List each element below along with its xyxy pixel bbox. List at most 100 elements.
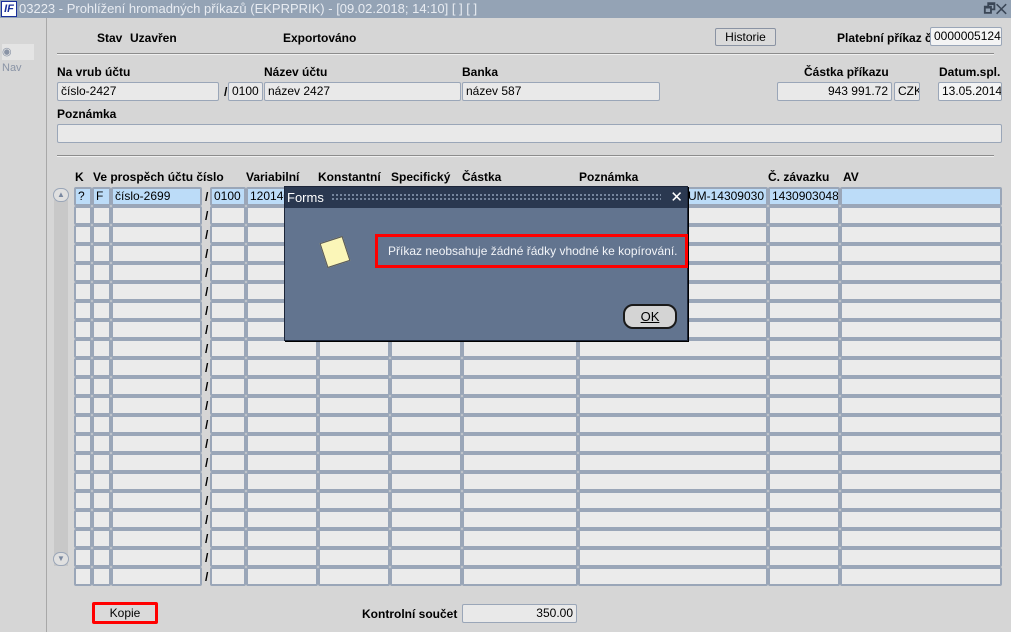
- cell-k[interactable]: [74, 263, 92, 282]
- cell-variabilni[interactable]: [246, 510, 318, 529]
- cell-av[interactable]: [840, 263, 1002, 282]
- cell-ucet[interactable]: [111, 510, 202, 529]
- cell-k[interactable]: [74, 377, 92, 396]
- ok-button[interactable]: OK: [623, 304, 677, 329]
- cell-banka[interactable]: [210, 282, 246, 301]
- cell-castka[interactable]: [462, 415, 578, 434]
- cell-castka[interactable]: [462, 491, 578, 510]
- cell-variabilni[interactable]: [246, 491, 318, 510]
- cell-zavazek[interactable]: [768, 396, 840, 415]
- kontrolni-soucet-field[interactable]: 350.00: [462, 604, 577, 623]
- cell-zavazek[interactable]: [768, 225, 840, 244]
- cell-poznamka[interactable]: [578, 434, 768, 453]
- cell-zavazek[interactable]: 1430903048: [768, 187, 840, 206]
- cell-banka[interactable]: [210, 225, 246, 244]
- cell-specificky[interactable]: [390, 415, 462, 434]
- cell-castka[interactable]: [462, 453, 578, 472]
- cell-poznamka[interactable]: [578, 548, 768, 567]
- cell-poznamka[interactable]: [578, 510, 768, 529]
- cell-f[interactable]: [92, 567, 111, 586]
- nav-item[interactable]: ◉ Nav: [2, 44, 34, 74]
- cell-ucet[interactable]: [111, 434, 202, 453]
- cell-konstantni[interactable]: [318, 529, 390, 548]
- cell-f[interactable]: [92, 548, 111, 567]
- cell-k[interactable]: [74, 320, 92, 339]
- cell-specificky[interactable]: [390, 510, 462, 529]
- cell-f[interactable]: [92, 510, 111, 529]
- cell-poznamka[interactable]: [578, 415, 768, 434]
- cell-konstantni[interactable]: [318, 415, 390, 434]
- cell-av[interactable]: [840, 472, 1002, 491]
- bank-code-field[interactable]: 0100: [228, 82, 263, 101]
- cell-poznamka[interactable]: [578, 377, 768, 396]
- cell-konstantni[interactable]: [318, 567, 390, 586]
- cell-specificky[interactable]: [390, 377, 462, 396]
- cell-ucet[interactable]: [111, 206, 202, 225]
- cell-av[interactable]: [840, 358, 1002, 377]
- cell-k[interactable]: [74, 282, 92, 301]
- cell-specificky[interactable]: [390, 339, 462, 358]
- cell-konstantni[interactable]: [318, 358, 390, 377]
- cell-poznamka[interactable]: [578, 567, 768, 586]
- cell-k[interactable]: [74, 396, 92, 415]
- cell-banka[interactable]: 0100: [210, 187, 246, 206]
- castka-field[interactable]: 943 991.72: [777, 82, 892, 101]
- cell-f[interactable]: [92, 377, 111, 396]
- cell-specificky[interactable]: [390, 358, 462, 377]
- cell-banka[interactable]: [210, 301, 246, 320]
- cell-k[interactable]: [74, 225, 92, 244]
- close-icon[interactable]: ✕: [670, 187, 683, 208]
- cell-f[interactable]: [92, 320, 111, 339]
- cell-zavazek[interactable]: [768, 282, 840, 301]
- cell-banka[interactable]: [210, 472, 246, 491]
- cell-variabilni[interactable]: [246, 472, 318, 491]
- cell-ucet[interactable]: [111, 472, 202, 491]
- cell-castka[interactable]: [462, 434, 578, 453]
- cell-ucet[interactable]: [111, 339, 202, 358]
- cell-banka[interactable]: [210, 263, 246, 282]
- cell-variabilni[interactable]: [246, 415, 318, 434]
- cell-ucet[interactable]: [111, 263, 202, 282]
- cell-specificky[interactable]: [390, 548, 462, 567]
- cell-specificky[interactable]: [390, 567, 462, 586]
- scrollbar-track[interactable]: [54, 200, 68, 566]
- cell-k[interactable]: ?: [74, 187, 92, 206]
- poznamka-field[interactable]: [57, 124, 1002, 143]
- cell-castka[interactable]: [462, 548, 578, 567]
- cell-ucet[interactable]: [111, 244, 202, 263]
- cell-variabilni[interactable]: [246, 567, 318, 586]
- cell-castka[interactable]: [462, 529, 578, 548]
- cell-k[interactable]: [74, 472, 92, 491]
- cell-zavazek[interactable]: [768, 510, 840, 529]
- cell-banka[interactable]: [210, 320, 246, 339]
- cell-variabilni[interactable]: [246, 377, 318, 396]
- cell-variabilni[interactable]: [246, 358, 318, 377]
- dialog-title-bar[interactable]: Forms ✕: [285, 187, 687, 208]
- cell-banka[interactable]: [210, 548, 246, 567]
- cell-banka[interactable]: [210, 244, 246, 263]
- cell-banka[interactable]: [210, 491, 246, 510]
- cell-castka[interactable]: [462, 358, 578, 377]
- cell-variabilni[interactable]: [246, 434, 318, 453]
- cell-ucet[interactable]: [111, 225, 202, 244]
- cell-konstantni[interactable]: [318, 377, 390, 396]
- cell-f[interactable]: [92, 472, 111, 491]
- banka-field[interactable]: název 587: [462, 82, 660, 101]
- cell-f[interactable]: [92, 263, 111, 282]
- cell-variabilni[interactable]: [246, 548, 318, 567]
- cell-poznamka[interactable]: [578, 358, 768, 377]
- cell-f[interactable]: [92, 339, 111, 358]
- cell-banka[interactable]: [210, 377, 246, 396]
- cell-k[interactable]: [74, 206, 92, 225]
- cell-zavazek[interactable]: [768, 472, 840, 491]
- cell-f[interactable]: [92, 396, 111, 415]
- cell-banka[interactable]: [210, 206, 246, 225]
- cell-konstantni[interactable]: [318, 434, 390, 453]
- cell-specificky[interactable]: [390, 472, 462, 491]
- cell-konstantni[interactable]: [318, 510, 390, 529]
- cell-poznamka[interactable]: [578, 339, 768, 358]
- cell-banka[interactable]: [210, 567, 246, 586]
- cell-variabilni[interactable]: [246, 529, 318, 548]
- cell-zavazek[interactable]: [768, 415, 840, 434]
- cell-av[interactable]: [840, 377, 1002, 396]
